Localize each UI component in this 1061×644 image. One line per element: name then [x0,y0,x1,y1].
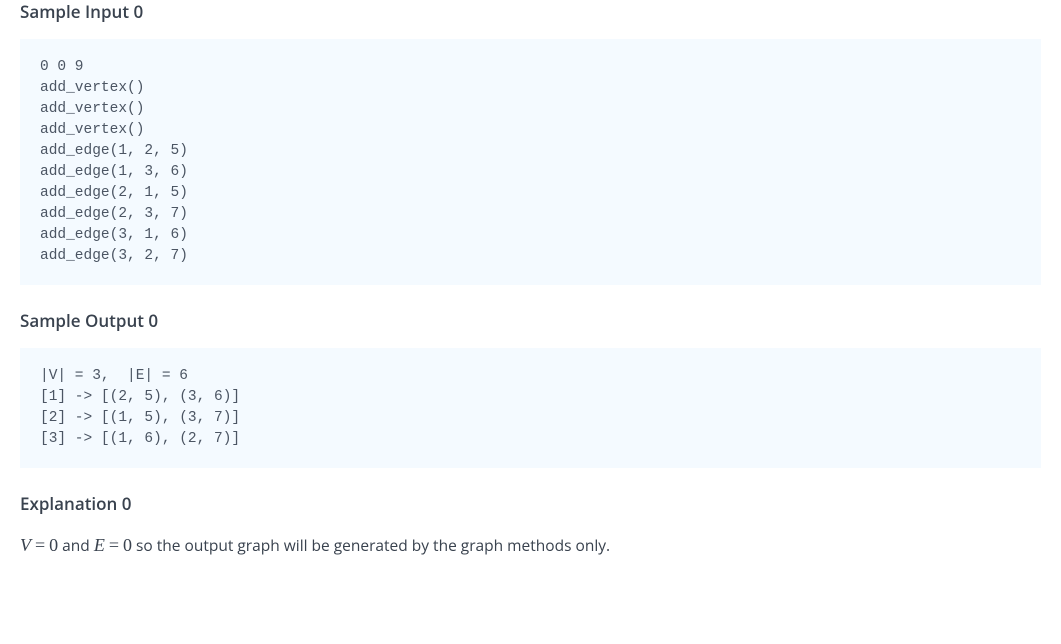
math-and: and [58,534,94,556]
math-v-val: 0 [49,535,58,555]
math-eq1: = [31,535,49,555]
math-eq2: = [105,535,123,555]
explanation-heading: Explanation 0 [20,492,1041,515]
math-v-var: V [20,535,31,555]
math-e-var: E [94,535,105,555]
sample-input-heading: Sample Input 0 [20,0,1041,23]
sample-input-code: 0 0 9 add_vertex() add_vertex() add_vert… [20,39,1041,285]
explanation-tail: so the output graph will be generated by… [132,534,610,556]
sample-output-code: |V| = 3, |E| = 6 [1] -> [(2, 5), (3, 6)]… [20,348,1041,468]
explanation-text: V=0 and E=0 so the output graph will be … [20,531,1041,560]
explanation-section: Explanation 0 V=0 and E=0 so the output … [0,492,1061,560]
sample-output-section: Sample Output 0 |V| = 3, |E| = 6 [1] -> … [0,309,1061,468]
sample-input-section: Sample Input 0 0 0 9 add_vertex() add_ve… [0,0,1061,285]
sample-output-heading: Sample Output 0 [20,309,1041,332]
math-e-val: 0 [123,535,132,555]
